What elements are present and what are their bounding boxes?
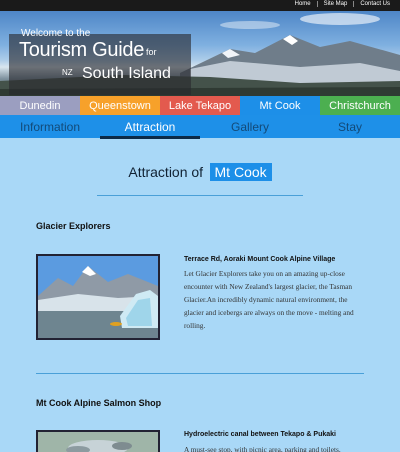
- home-link[interactable]: Home: [289, 1, 317, 7]
- attraction-description: Let Glacier Explorers take you on an ama…: [184, 269, 354, 330]
- salmon-image: [38, 432, 158, 452]
- city-tab-queenstown[interactable]: Queenstown: [80, 96, 160, 115]
- attraction-location: Hydroelectric canal between Tekapo & Puk…: [184, 431, 336, 438]
- attraction-title: Glacier Explorers: [36, 221, 111, 231]
- city-tabs: Dunedin Queenstown Lake Tekapo Mt Cook C…: [0, 96, 400, 115]
- city-tab-mt-cook[interactable]: Mt Cook: [240, 96, 320, 115]
- contact-us-link[interactable]: Contact Us: [353, 1, 396, 7]
- city-tab-christchurch[interactable]: Christchurch: [320, 96, 400, 115]
- tab-gallery[interactable]: Gallery: [200, 115, 300, 138]
- tab-attraction[interactable]: Attraction: [100, 115, 200, 138]
- sub-nav: Information Attraction Gallery Stay: [0, 115, 400, 138]
- title-divider: [97, 195, 303, 196]
- glacier-image: [38, 256, 158, 338]
- attraction-title: Mt Cook Alpine Salmon Shop: [36, 398, 162, 408]
- page-title-city-badge: Mt Cook: [209, 163, 272, 181]
- hero-tourism-guide-text: Tourism Guide: [19, 39, 145, 61]
- glacier-photo: [36, 254, 160, 340]
- tab-information[interactable]: Information: [0, 115, 100, 138]
- active-tab-indicator: [100, 136, 200, 139]
- city-tab-dunedin[interactable]: Dunedin: [0, 96, 80, 115]
- tab-stay[interactable]: Stay: [300, 115, 400, 138]
- top-links: Home Site Map Contact Us: [289, 1, 396, 7]
- city-tab-lake-tekapo[interactable]: Lake Tekapo: [160, 96, 240, 115]
- salmon-photo: [36, 430, 160, 452]
- attraction-location: Terrace Rd, Aoraki Mount Cook Alpine Vil…: [184, 256, 336, 263]
- page-title: Attraction of Mt Cook: [0, 163, 400, 181]
- top-bar: Home Site Map Contact Us: [0, 0, 400, 11]
- hero-south-island-text: South Island: [82, 65, 171, 82]
- hero-nz-text: NZ: [62, 68, 73, 77]
- section-divider: [36, 373, 364, 374]
- page-title-prefix: Attraction of: [128, 164, 204, 180]
- site-map-link[interactable]: Site Map: [316, 1, 354, 7]
- hero-welcome-text: Welcome to the: [21, 28, 91, 39]
- hero-for-text: for: [146, 47, 157, 57]
- attraction-description: A must-see stop, with picnic area, parki…: [184, 445, 341, 452]
